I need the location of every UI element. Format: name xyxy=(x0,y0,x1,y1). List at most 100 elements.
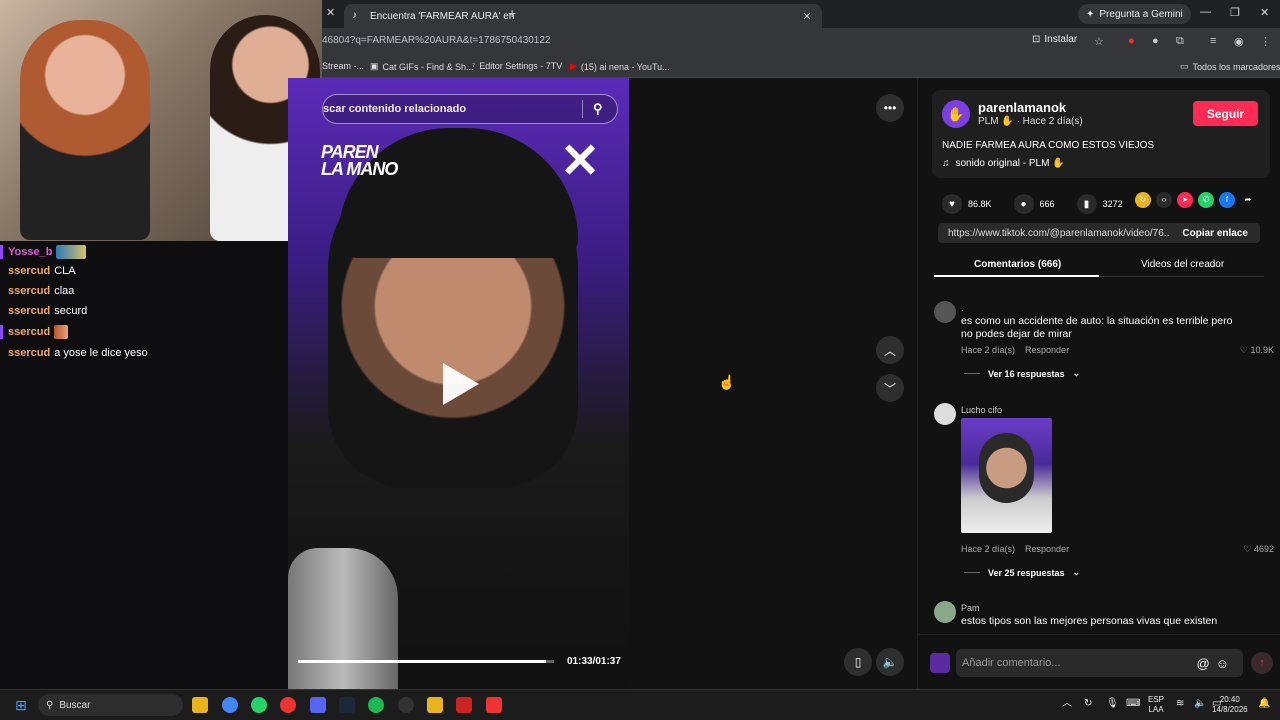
embed-icon[interactable]: ‹› xyxy=(1156,192,1172,208)
chrome-icon[interactable] xyxy=(222,697,238,713)
avatar[interactable]: ◉ xyxy=(1234,35,1244,48)
share-arrow-icon[interactable]: ➦ xyxy=(1240,192,1256,208)
chevron-up-icon[interactable]: ︿ xyxy=(876,336,904,364)
chevron-down-icon[interactable]: ﹀ xyxy=(876,374,904,402)
comment-image[interactable] xyxy=(961,418,1052,533)
reply-button[interactable]: Responder xyxy=(1025,544,1069,554)
comment-like-button[interactable]: ♡ 10.9K xyxy=(1240,345,1274,356)
volume-icon[interactable]: 🔈 xyxy=(1194,699,1206,709)
tab-creator-videos[interactable]: Videos del creador xyxy=(1141,259,1224,270)
bookmark-item[interactable]: Stream -... xyxy=(322,61,364,71)
all-bookmarks[interactable]: ▭ Todos los marcadores xyxy=(1180,61,1280,72)
mention-emoji-icon[interactable]: @☺ xyxy=(1197,656,1235,671)
comment-button[interactable]: ● 666 xyxy=(1013,194,1055,214)
like-button[interactable]: ♥ 86.8K xyxy=(942,194,992,214)
play-icon[interactable] xyxy=(443,363,479,405)
bookmark-icon: ▮ xyxy=(1076,194,1097,214)
minimize-icon[interactable]: — xyxy=(1200,6,1211,18)
keyboard-icon[interactable]: ⌨ xyxy=(1126,699,1140,709)
app-icon[interactable] xyxy=(280,697,296,713)
commenter-name[interactable]: Pam xyxy=(961,603,980,613)
comment-input[interactable]: Añadir comentario... @☺ xyxy=(956,649,1243,677)
tab-comments[interactable]: Comentarios (666) xyxy=(974,259,1061,270)
spotify-icon[interactable] xyxy=(368,697,384,713)
close-icon[interactable]: ✕ xyxy=(326,6,335,19)
sound-link[interactable]: ♫ sonido original - PLM ✋ xyxy=(942,158,1065,169)
creator-avatar[interactable]: ✋ xyxy=(942,100,970,128)
language-indicator[interactable]: ESP LAA xyxy=(1148,695,1164,715)
follow-button[interactable]: Seguir xyxy=(1193,101,1258,126)
comment-meta: Hace 2 día(s) Responder xyxy=(961,544,1070,554)
wifi-icon[interactable]: ≋ xyxy=(1176,699,1184,709)
video-info-panel: ✋ parenlamanok PLM ✋ · Hace 2 día(s) Seg… xyxy=(917,78,1280,689)
commenter-avatar[interactable] xyxy=(934,301,956,323)
browser-tab-bar: ✕ ♪ Encuentra 'FARMEAR AURA' en ✕ + ✦ Pr… xyxy=(322,0,1280,28)
copy-link-button[interactable]: Copiar enlace xyxy=(1170,228,1260,239)
steam-icon[interactable] xyxy=(339,697,355,713)
window-close-icon[interactable]: ✕ xyxy=(1260,6,1269,19)
notification-icon[interactable]: 🔔 xyxy=(1258,699,1270,709)
new-tab-icon[interactable]: + xyxy=(508,5,516,21)
commenter-avatar[interactable] xyxy=(934,601,956,623)
extension-icon[interactable]: ● xyxy=(1128,35,1135,47)
app-icon[interactable] xyxy=(427,697,443,713)
clock[interactable]: 20:40 14/8/2026 xyxy=(1212,695,1248,715)
channel-logo: PAREN LA MANO xyxy=(321,142,398,179)
whatsapp-icon[interactable] xyxy=(251,697,267,713)
bookmark-item[interactable]: ⁷ Editor Settings - 7TV xyxy=(472,61,562,71)
comment-like-button[interactable]: ♡ 4692 xyxy=(1243,544,1274,555)
extension-icon[interactable]: ● xyxy=(1152,35,1159,47)
pip-icon[interactable]: ▯ xyxy=(844,648,872,676)
post-comment-button[interactable]: ↑ xyxy=(1251,652,1273,674)
video-description: NADIE FARMEA AURA COMO ESTOS VIEJOS xyxy=(942,140,1155,151)
gemini-button[interactable]: ✦ Pregunta a Gemini xyxy=(1078,4,1191,24)
microphone-icon[interactable]: 🎙 xyxy=(1106,699,1119,709)
app-icon[interactable] xyxy=(486,697,502,713)
browser-tab-active[interactable]: ♪ Encuentra 'FARMEAR AURA' en ✕ xyxy=(344,4,822,28)
view-replies-button[interactable]: Ver 25 respuestas ⌄ xyxy=(964,567,1080,578)
whatsapp-icon[interactable]: ✆ xyxy=(1198,192,1214,208)
media-control-icon[interactable]: ≡ xyxy=(1210,35,1216,47)
commenter-avatar[interactable] xyxy=(934,403,956,425)
puzzle-icon[interactable]: ⧉ xyxy=(1176,35,1184,48)
file-explorer-icon[interactable] xyxy=(192,697,208,713)
video-player[interactable]: PAREN LA MANO ✕ scar contenido relaciona… xyxy=(288,78,629,689)
install-button[interactable]: ⊡ Instalar xyxy=(1032,34,1077,45)
video-link[interactable]: https://www.tiktok.com/@parenlamanok/vid… xyxy=(938,228,1170,239)
bookmark-item[interactable]: ▶ (15) ai nena - YouTu... xyxy=(570,61,670,72)
video-stage: PAREN LA MANO ✕ scar contenido relaciona… xyxy=(288,78,917,689)
video-progress-bar[interactable] xyxy=(298,660,554,663)
install-icon: ⊡ xyxy=(1032,34,1041,45)
obs-icon[interactable] xyxy=(398,697,414,713)
chat-message: ssercud xyxy=(8,325,69,339)
bookmark-star-icon[interactable]: ☆ xyxy=(1094,35,1104,48)
restore-icon[interactable]: ❐ xyxy=(1230,6,1240,19)
tray-expand-icon[interactable]: ︿ xyxy=(1062,699,1072,709)
more-options-icon[interactable]: ••• xyxy=(876,94,904,122)
tiktok-icon: ♪ xyxy=(352,10,357,21)
taskbar-search[interactable]: ⚲ Buscar xyxy=(38,694,183,716)
volume-icon[interactable]: 🔈 xyxy=(876,648,904,676)
send-icon[interactable]: ➤ xyxy=(1177,192,1193,208)
app-icon[interactable] xyxy=(456,697,472,713)
tab-close-icon[interactable]: ✕ xyxy=(800,10,814,23)
search-icon[interactable]: ⚲ xyxy=(593,101,617,117)
related-search-bar[interactable]: scar contenido relacionado ⚲ xyxy=(322,94,618,124)
chat-message: ssercud securd xyxy=(8,305,88,317)
view-replies-button[interactable]: Ver 16 respuestas ⌄ xyxy=(964,368,1080,379)
facebook-icon[interactable]: f xyxy=(1219,192,1235,208)
bookmark-item[interactable]: ▣ Cat GIFs - Find & Sh... xyxy=(370,61,474,72)
menu-icon[interactable]: ⋮ xyxy=(1260,35,1271,48)
repost-icon[interactable]: ↻ xyxy=(1135,192,1151,208)
creator-username[interactable]: parenlamanok xyxy=(978,100,1066,115)
windows-start-icon[interactable]: ⊞ xyxy=(13,697,29,713)
url-field[interactable]: 46804?q=FARMEAR%20AURA&t=1786750430122 xyxy=(322,35,551,46)
discord-icon[interactable] xyxy=(310,697,326,713)
tray-icon[interactable]: ↻ xyxy=(1084,699,1092,709)
commenter-name[interactable]: Lucho cifo xyxy=(961,405,1002,415)
folder-icon: ▭ xyxy=(1180,61,1189,71)
commenter-name[interactable]: . xyxy=(961,303,964,313)
comment-item: Lucho cifo Hace 2 día(s) Responder ♡ 469… xyxy=(934,403,1274,593)
reply-button[interactable]: Responder xyxy=(1025,345,1069,355)
save-button[interactable]: ▮ 3272 xyxy=(1076,194,1123,214)
